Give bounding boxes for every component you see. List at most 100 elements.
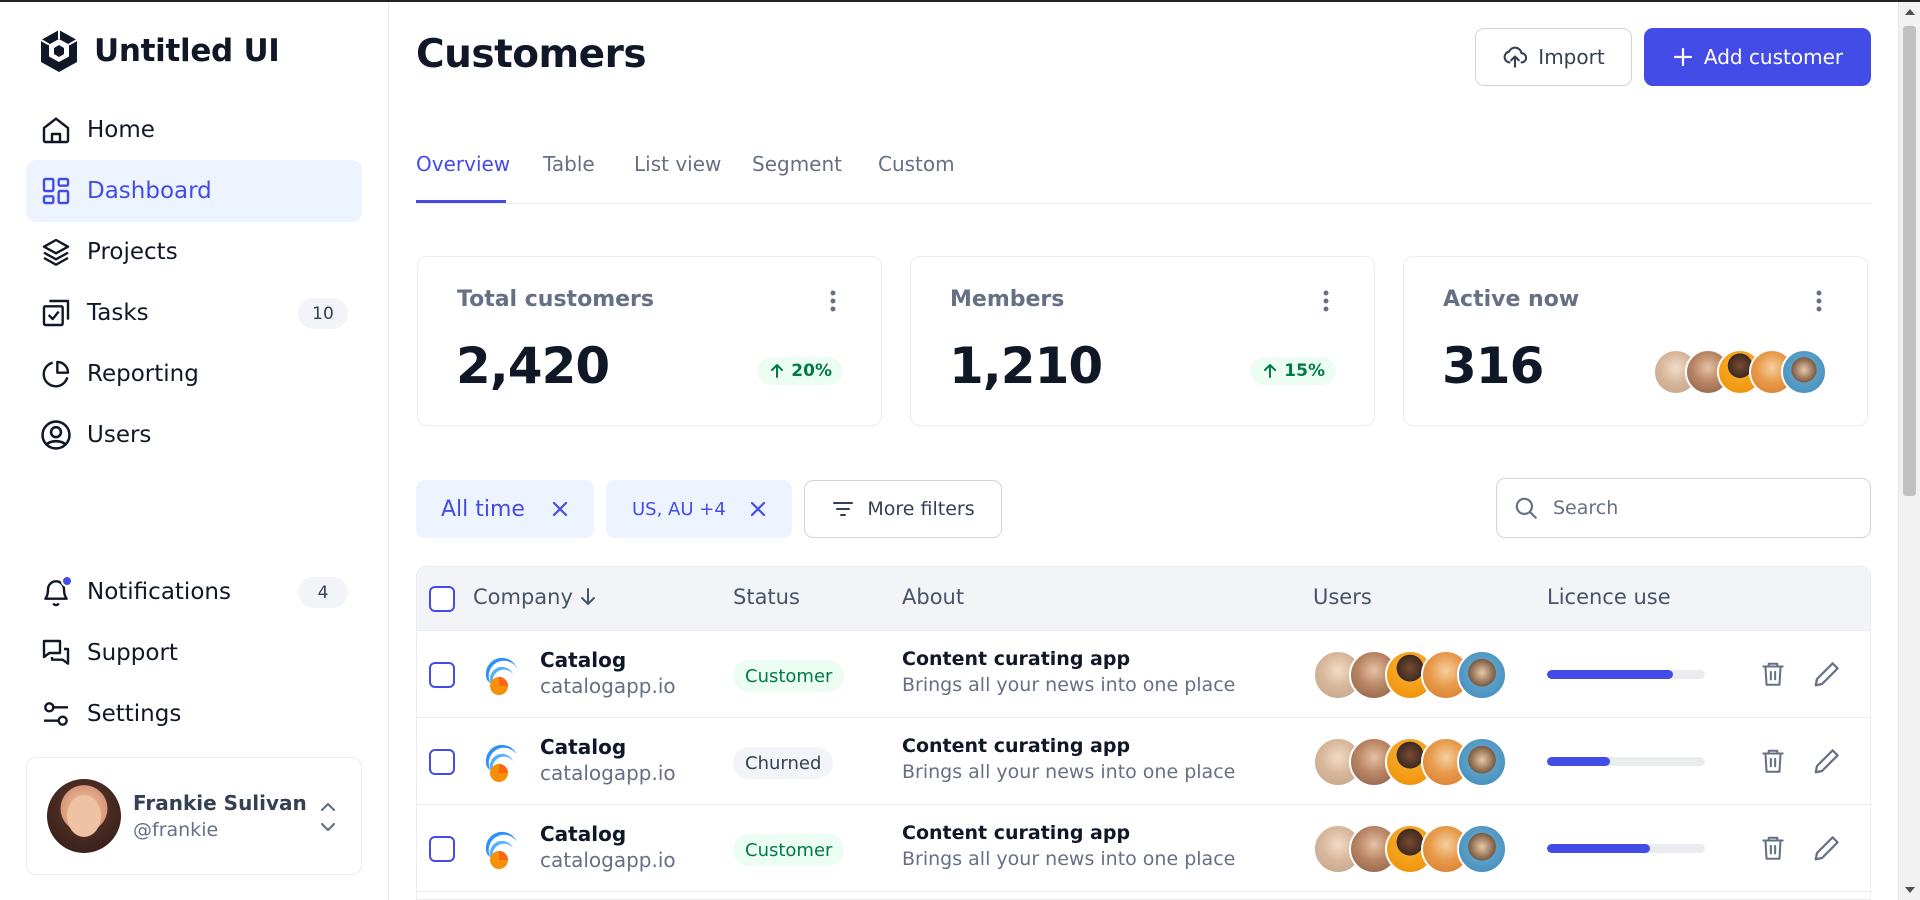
sidebar-item-label: Projects [87, 239, 178, 265]
user-info: Frankie Sulivan @frankie [133, 791, 307, 841]
user-icon [39, 418, 73, 452]
more-vertical-icon[interactable] [829, 289, 837, 313]
sidebar-item-home[interactable]: Home [26, 99, 362, 161]
add-customer-label: Add customer [1703, 45, 1844, 69]
tab-list-view[interactable]: List view [634, 152, 721, 176]
user-handle: @frankie [133, 819, 219, 841]
licence-progress-fill [1547, 844, 1650, 853]
catalog-logo-icon [477, 650, 527, 700]
row-checkbox[interactable] [429, 749, 455, 775]
row-checkbox[interactable] [429, 836, 455, 862]
sidebar-item-label: Users [87, 422, 152, 448]
dashboard-icon [39, 174, 73, 208]
close-icon[interactable] [550, 499, 570, 519]
tab-overview[interactable]: Overview [416, 152, 510, 176]
table-row[interactable]: Catalog catalogapp.io Customer Content c… [417, 805, 1870, 892]
stat-value: 1,210 [949, 337, 1103, 395]
column-header-status: Status [733, 585, 800, 609]
stat-value: 2,420 [456, 337, 610, 395]
about-title: Content curating app [902, 735, 1131, 757]
tab-table[interactable]: Table [543, 152, 595, 176]
search-input[interactable] [1553, 497, 1853, 519]
company-url: catalogapp.io [540, 761, 676, 785]
plus-icon [1672, 46, 1694, 68]
table-row[interactable]: Catalog catalogapp.io Customer Content c… [417, 631, 1870, 718]
filter-chip-time[interactable]: All time [416, 480, 594, 538]
company-name: Catalog [540, 822, 627, 846]
about-title: Content curating app [902, 648, 1131, 670]
about-title: Content curating app [902, 822, 1131, 844]
sidebar-item-label: Notifications [87, 579, 231, 605]
catalog-logo-icon [477, 824, 527, 874]
import-button[interactable]: Import [1475, 28, 1632, 86]
active-users-avatar-group [1653, 349, 1827, 395]
status-badge: Customer [733, 834, 845, 866]
notification-dot [61, 575, 73, 587]
table-row[interactable]: Catalog catalogapp.io Churned Content cu… [417, 718, 1870, 805]
trend-value: 15% [1284, 361, 1325, 381]
sidebar-item-settings[interactable]: Settings [26, 683, 362, 745]
row-checkbox[interactable] [429, 662, 455, 688]
sidebar-item-label: Home [87, 117, 155, 143]
app-logo[interactable]: Untitled UI [38, 28, 280, 74]
sidebar-item-dashboard[interactable]: Dashboard [26, 160, 362, 222]
stat-title: Active now [1443, 287, 1580, 312]
more-vertical-icon[interactable] [1815, 289, 1823, 313]
company-url: catalogapp.io [540, 674, 676, 698]
column-header-company[interactable]: Company [473, 585, 597, 609]
sidebar-item-tasks[interactable]: Tasks 10 [26, 282, 362, 344]
more-filters-button[interactable]: More filters [804, 480, 1002, 538]
scroll-up-arrow-icon[interactable] [1905, 9, 1915, 15]
licence-progress-fill [1547, 670, 1674, 679]
column-header-licence-use: Licence use [1547, 585, 1671, 609]
arrow-up-icon [1262, 363, 1278, 379]
scrollbar-thumb[interactable] [1903, 26, 1916, 496]
avatar [1457, 650, 1507, 700]
scroll-down-arrow-icon[interactable] [1905, 887, 1915, 893]
filter-lines-icon [831, 497, 855, 521]
view-tabs: Overview Table List view Segment Custom [416, 142, 1871, 204]
sidebar-item-label: Dashboard [87, 178, 212, 204]
user-profile-card[interactable]: Frankie Sulivan @frankie [26, 757, 362, 875]
avatar [47, 779, 121, 853]
sidebar-item-label: Settings [87, 701, 182, 727]
tab-custom[interactable]: Custom [878, 152, 955, 176]
chevron-up-down-icon[interactable] [319, 800, 337, 834]
search-icon [1513, 495, 1539, 521]
trend-badge: 15% [1250, 357, 1336, 385]
filter-chip-region[interactable]: US, AU +4 [606, 480, 792, 538]
logo-icon [38, 28, 80, 74]
import-label: Import [1538, 45, 1605, 69]
column-header-label: Company [473, 585, 573, 609]
search-box [1496, 478, 1871, 538]
upload-cloud-icon [1502, 44, 1528, 70]
licence-progress-fill [1547, 757, 1611, 766]
sidebar-item-support[interactable]: Support [26, 622, 362, 684]
edit-pencil-icon[interactable] [1812, 746, 1842, 776]
users-avatar-group [1313, 737, 1507, 787]
more-vertical-icon[interactable] [1322, 289, 1330, 313]
vertical-scrollbar[interactable] [1898, 2, 1920, 900]
add-customer-button[interactable]: Add customer [1644, 28, 1871, 86]
close-icon[interactable] [748, 499, 768, 519]
about-description: Brings all your news into one place [902, 761, 1236, 783]
sidebar-item-projects[interactable]: Projects [26, 221, 362, 283]
sidebar-item-notifications[interactable]: Notifications 4 [26, 561, 362, 623]
sidebar-item-label: Reporting [87, 361, 199, 387]
trash-icon[interactable] [1760, 660, 1786, 688]
sidebar: Untitled UI Home Dashboard Projects Task… [0, 2, 389, 900]
edit-pencil-icon[interactable] [1812, 659, 1842, 689]
edit-pencil-icon[interactable] [1812, 833, 1842, 863]
tab-segment[interactable]: Segment [752, 152, 842, 176]
sidebar-item-reporting[interactable]: Reporting [26, 343, 362, 405]
trash-icon[interactable] [1760, 747, 1786, 775]
check-square-icon [39, 296, 73, 330]
sidebar-item-users[interactable]: Users [26, 404, 362, 466]
company-url: catalogapp.io [540, 848, 676, 872]
trash-icon[interactable] [1760, 834, 1786, 862]
more-filters-label: More filters [867, 498, 975, 520]
select-all-checkbox[interactable] [429, 586, 455, 612]
tasks-count-badge: 10 [298, 298, 348, 329]
licence-progress-bar [1547, 844, 1705, 853]
chip-label: All time [441, 496, 525, 522]
